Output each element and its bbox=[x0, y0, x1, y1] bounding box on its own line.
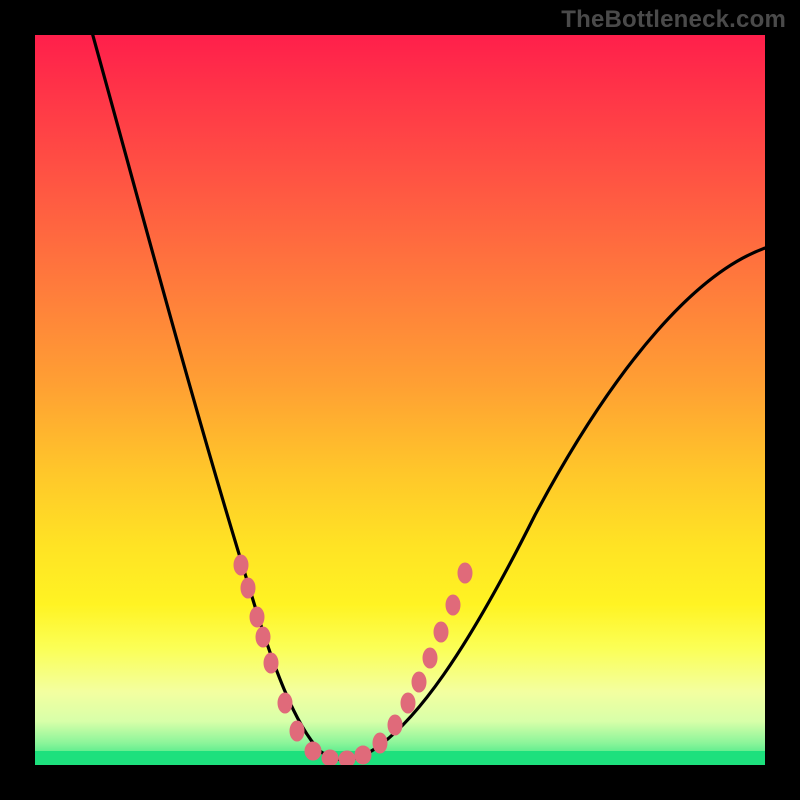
marker bbox=[241, 578, 255, 598]
marker bbox=[256, 627, 270, 647]
marker bbox=[322, 750, 338, 765]
marker bbox=[264, 653, 278, 673]
marker bbox=[412, 672, 426, 692]
marker bbox=[234, 555, 248, 575]
marker bbox=[290, 721, 304, 741]
marker bbox=[423, 648, 437, 668]
marker bbox=[305, 742, 321, 760]
data-point-markers bbox=[234, 555, 472, 765]
marker bbox=[355, 746, 371, 764]
marker bbox=[250, 607, 264, 627]
marker bbox=[339, 751, 355, 765]
marker bbox=[278, 693, 292, 713]
plot-area bbox=[35, 35, 765, 765]
marker bbox=[388, 715, 402, 735]
bottleneck-curve-svg bbox=[35, 35, 765, 765]
watermark-text: TheBottleneck.com bbox=[561, 6, 786, 34]
chart-frame: TheBottleneck.com bbox=[0, 0, 800, 800]
marker bbox=[434, 622, 448, 642]
marker bbox=[458, 563, 472, 583]
marker bbox=[373, 733, 387, 753]
marker bbox=[446, 595, 460, 615]
marker bbox=[401, 693, 415, 713]
